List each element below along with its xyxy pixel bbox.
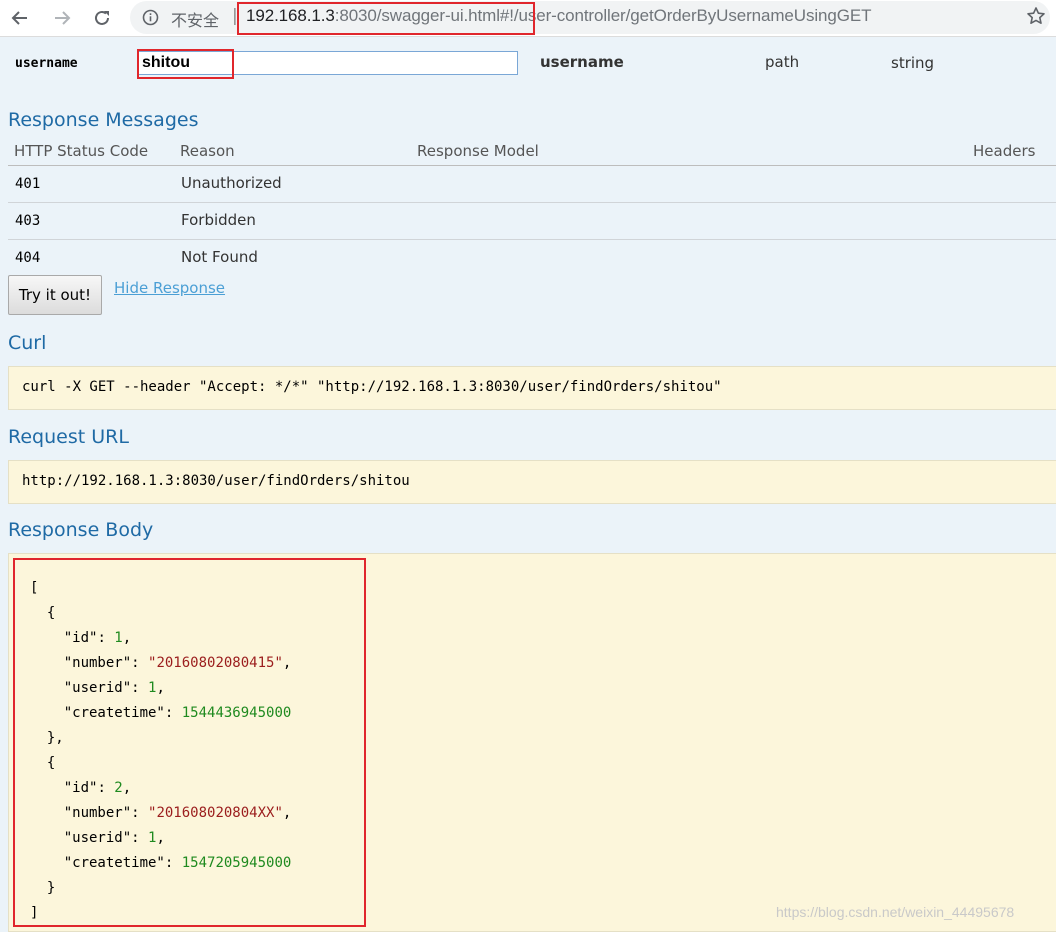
parameter-row: username username path string (0, 44, 1056, 86)
header-reason: Reason (180, 142, 235, 160)
status-reason: Not Found (181, 248, 258, 266)
status-reason: Forbidden (181, 211, 256, 229)
address-bar[interactable]: 不安全 | 192.168.1.3:8030/swagger-ui.html#!… (130, 1, 1050, 34)
url-separator: | (232, 6, 238, 26)
url-text[interactable]: 192.168.1.3:8030/swagger-ui.html#!/user-… (246, 6, 872, 26)
header-headers: Headers (973, 142, 1036, 160)
parameter-description: username (540, 53, 624, 71)
status-reason: Unauthorized (181, 174, 282, 192)
back-arrow-icon[interactable] (6, 4, 34, 32)
reload-icon[interactable] (88, 4, 116, 32)
json-id: 1 (114, 630, 123, 646)
curl-block: curl -X GET --header "Accept: */*" "http… (8, 366, 1056, 410)
response-messages-table: HTTP Status Code Reason Response Model H… (8, 140, 1056, 276)
request-url-block: http://192.168.1.3:8030/user/findOrders/… (8, 460, 1056, 504)
try-it-out-button[interactable]: Try it out! (8, 275, 102, 315)
header-status-code: HTTP Status Code (14, 142, 149, 160)
json-userid: 1 (148, 680, 157, 696)
url-host: 192.168.1.3 (246, 6, 335, 25)
curl-heading: Curl (8, 332, 47, 354)
hide-response-link[interactable]: Hide Response (114, 279, 225, 297)
json-id: 2 (114, 780, 123, 796)
header-response-model: Response Model (417, 142, 539, 160)
response-messages-heading: Response Messages (8, 109, 199, 131)
parameter-type: path (765, 53, 800, 71)
forward-arrow-icon[interactable] (48, 4, 76, 32)
response-body-heading: Response Body (8, 519, 154, 541)
table-row: 401 Unauthorized (8, 166, 1056, 203)
json-userid: 1 (148, 830, 157, 846)
json-number: 201608020804XX (156, 805, 275, 821)
watermark: https://blog.csdn.net/weixin_44495678 (776, 904, 1015, 920)
json-number: 20160802080415 (156, 655, 275, 671)
parameter-data-type: string (891, 54, 935, 72)
status-code: 403 (15, 213, 41, 229)
username-input[interactable] (138, 51, 518, 75)
security-label: 不安全 (171, 11, 220, 30)
parameter-name: username (15, 56, 78, 71)
table-row: 403 Forbidden (8, 203, 1056, 240)
json-createtime: 1544436945000 (181, 705, 292, 721)
response-json: [ { "id": 1, "number": "20160802080415",… (30, 580, 292, 921)
table-header: HTTP Status Code Reason Response Model H… (8, 140, 1056, 166)
star-icon[interactable] (1026, 6, 1046, 30)
url-path: :8030/swagger-ui.html#!/user-controller/… (334, 6, 872, 25)
status-code: 401 (15, 176, 41, 192)
status-code: 404 (15, 250, 41, 266)
curl-command: curl -X GET --header "Accept: */*" "http… (22, 379, 722, 395)
table-row: 404 Not Found (8, 240, 1056, 276)
json-createtime: 1547205945000 (181, 855, 292, 871)
browser-toolbar: 不安全 | 192.168.1.3:8030/swagger-ui.html#!… (0, 0, 1056, 37)
info-icon[interactable] (142, 9, 159, 30)
request-url-heading: Request URL (8, 426, 129, 448)
request-url-value: http://192.168.1.3:8030/user/findOrders/… (22, 473, 410, 489)
